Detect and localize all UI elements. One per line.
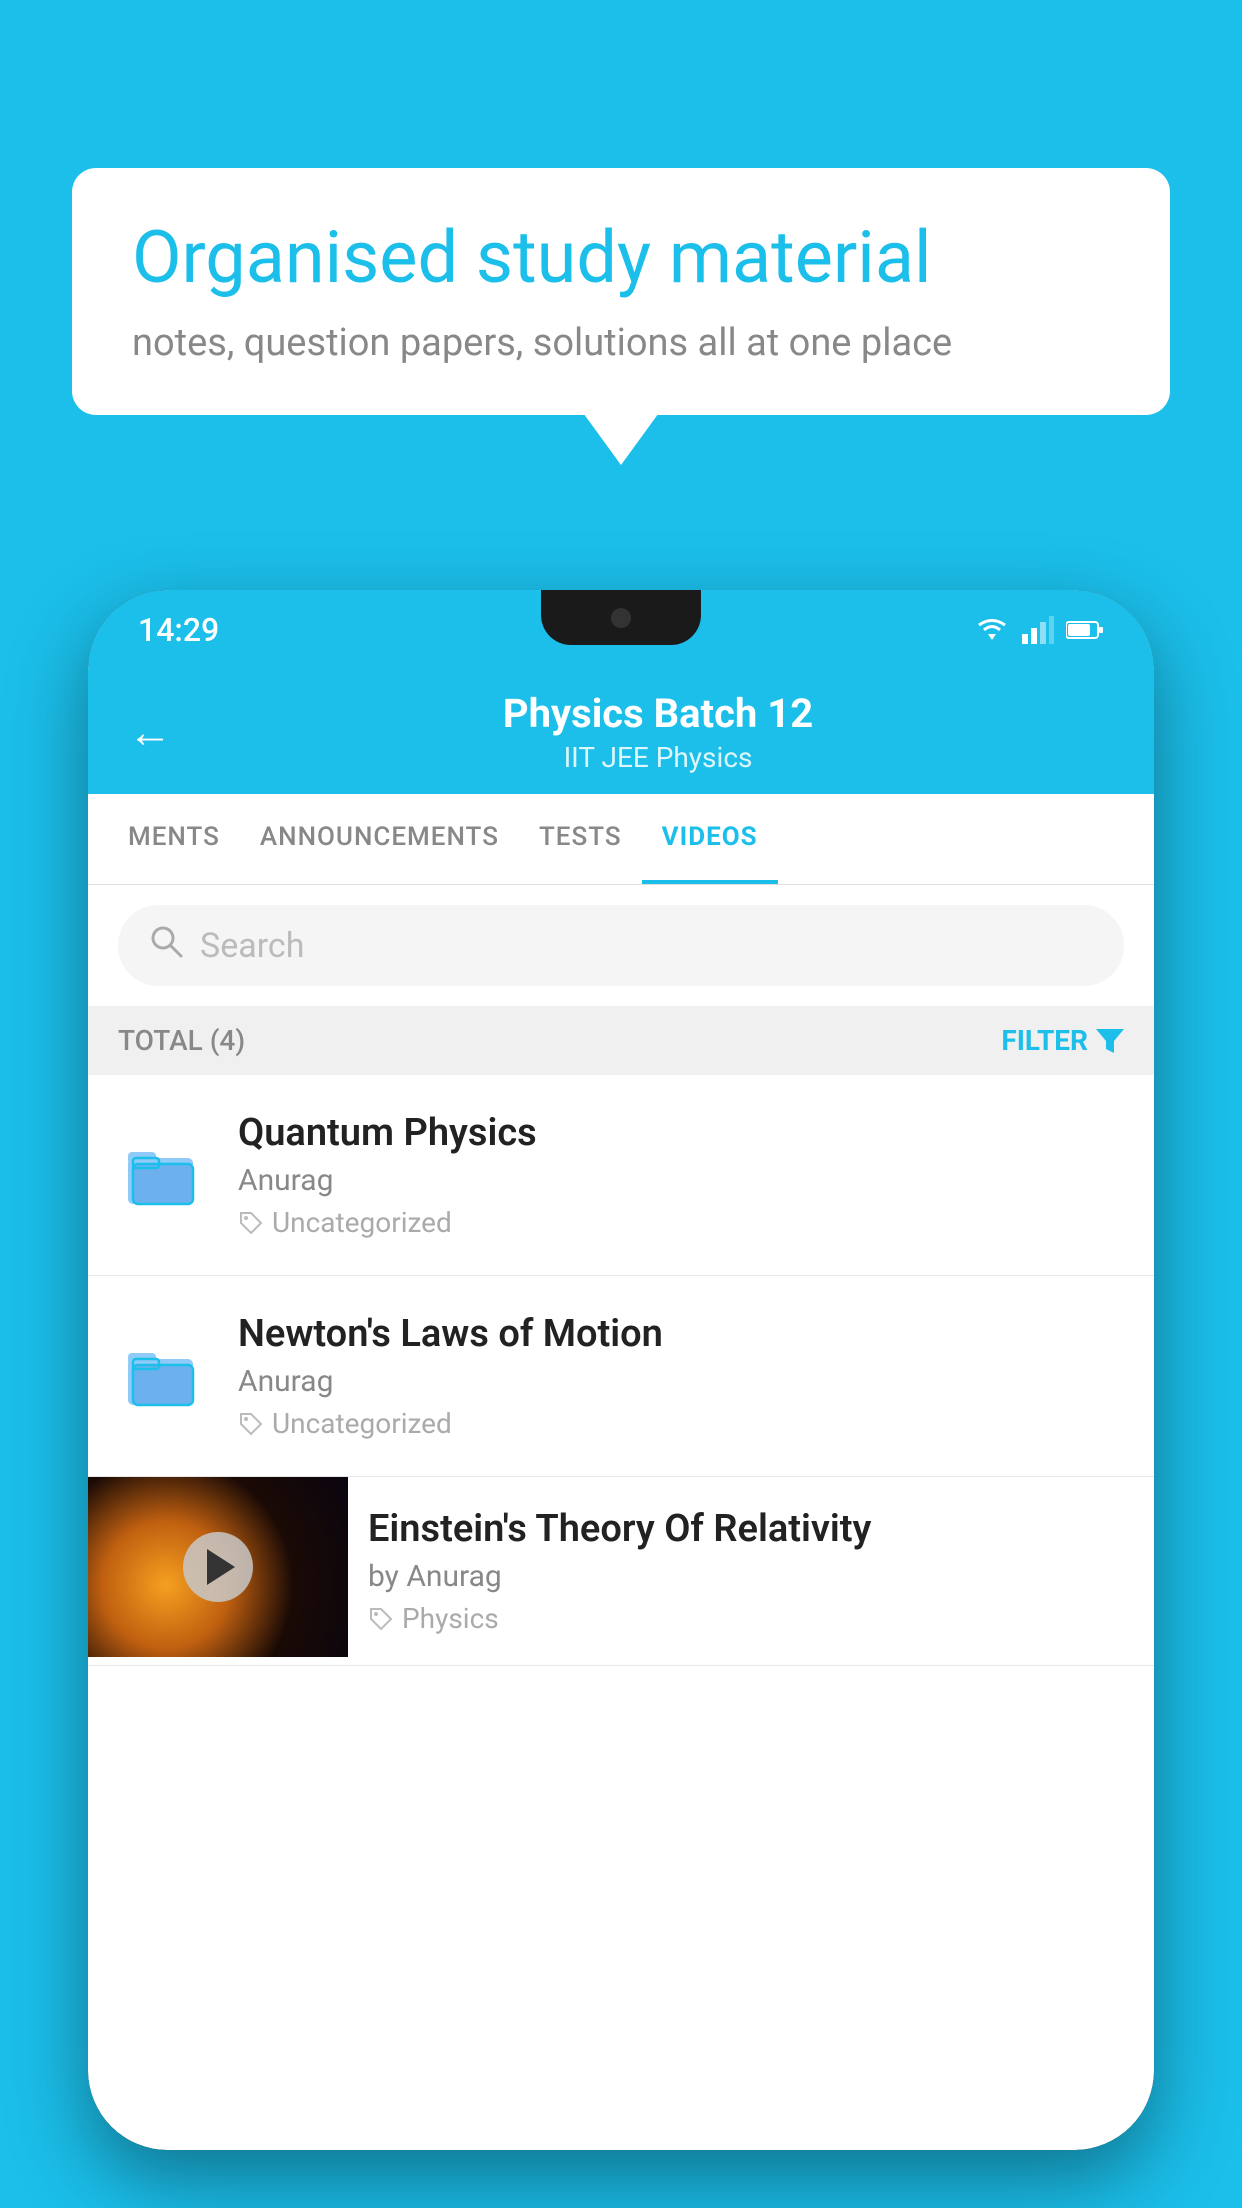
search-box[interactable]: Search — [118, 905, 1124, 986]
tab-videos[interactable]: VIDEOS — [642, 794, 778, 884]
filter-button[interactable]: FILTER — [1001, 1024, 1124, 1057]
video-tag-einstein: Physics — [368, 1602, 1134, 1635]
signal-icon — [1022, 616, 1054, 644]
item-tag-newton: Uncategorized — [238, 1407, 1124, 1440]
battery-icon — [1066, 619, 1104, 641]
tag-icon-newton — [238, 1411, 264, 1437]
header-sub-titles: IIT JEE Physics — [202, 741, 1114, 774]
phone-frame: 14:29 — [88, 590, 1154, 2150]
video-content-einstein: Einstein's Theory Of Relativity by Anura… — [348, 1477, 1154, 1665]
header-titles: Physics Batch 12 IIT JEE Physics — [202, 690, 1114, 774]
speech-bubble-title: Organised study material — [132, 218, 1110, 297]
filter-label: FILTER — [1001, 1024, 1088, 1057]
tag-icon-einstein — [368, 1606, 394, 1632]
item-tag-quantum: Uncategorized — [238, 1206, 1124, 1239]
item-title-quantum: Quantum Physics — [238, 1111, 1124, 1155]
search-icon — [148, 923, 184, 968]
item-content-newton: Newton's Laws of Motion Anurag Uncategor… — [238, 1312, 1124, 1440]
video-author-einstein: by Anurag — [368, 1559, 1134, 1594]
status-bar: 14:29 — [88, 590, 1154, 670]
status-time: 14:29 — [138, 611, 219, 649]
filter-funnel-icon — [1096, 1027, 1124, 1055]
item-content-quantum: Quantum Physics Anurag Uncategorized — [238, 1111, 1124, 1239]
search-placeholder: Search — [200, 926, 304, 966]
play-button[interactable] — [183, 1532, 253, 1602]
total-label: TOTAL (4) — [118, 1024, 245, 1057]
header-main-title: Physics Batch 12 — [202, 690, 1114, 737]
video-list-item[interactable]: Einstein's Theory Of Relativity by Anura… — [88, 1477, 1154, 1666]
tabs-bar: MENTS ANNOUNCEMENTS TESTS VIDEOS — [88, 794, 1154, 885]
filter-bar: TOTAL (4) FILTER — [88, 1006, 1154, 1075]
speech-bubble-subtitle: notes, question papers, solutions all at… — [132, 321, 1110, 365]
back-button[interactable]: ← — [128, 710, 172, 754]
tag-icon-quantum — [238, 1210, 264, 1236]
tab-announcements[interactable]: ANNOUNCEMENTS — [240, 794, 519, 884]
item-author-quantum: Anurag — [238, 1163, 1124, 1198]
content-list: Quantum Physics Anurag Uncategorized — [88, 1075, 1154, 2150]
folder-icon-quantum — [118, 1130, 208, 1220]
tab-ments[interactable]: MENTS — [108, 794, 240, 884]
app-header: ← Physics Batch 12 IIT JEE Physics — [88, 670, 1154, 794]
video-thumbnail-einstein — [88, 1477, 348, 1657]
play-triangle-icon — [207, 1549, 235, 1585]
status-icons — [974, 616, 1104, 644]
speech-bubble: Organised study material notes, question… — [72, 168, 1170, 415]
list-item[interactable]: Newton's Laws of Motion Anurag Uncategor… — [88, 1276, 1154, 1477]
phone-screen: 14:29 — [88, 590, 1154, 2150]
list-item[interactable]: Quantum Physics Anurag Uncategorized — [88, 1075, 1154, 1276]
search-container: Search — [88, 885, 1154, 1006]
wifi-icon — [974, 616, 1010, 644]
tab-tests[interactable]: TESTS — [519, 794, 642, 884]
phone-notch — [541, 590, 701, 645]
item-author-newton: Anurag — [238, 1364, 1124, 1399]
video-title-einstein: Einstein's Theory Of Relativity — [368, 1507, 1134, 1551]
item-title-newton: Newton's Laws of Motion — [238, 1312, 1124, 1356]
folder-icon-newton — [118, 1331, 208, 1421]
camera-dot — [611, 608, 631, 628]
